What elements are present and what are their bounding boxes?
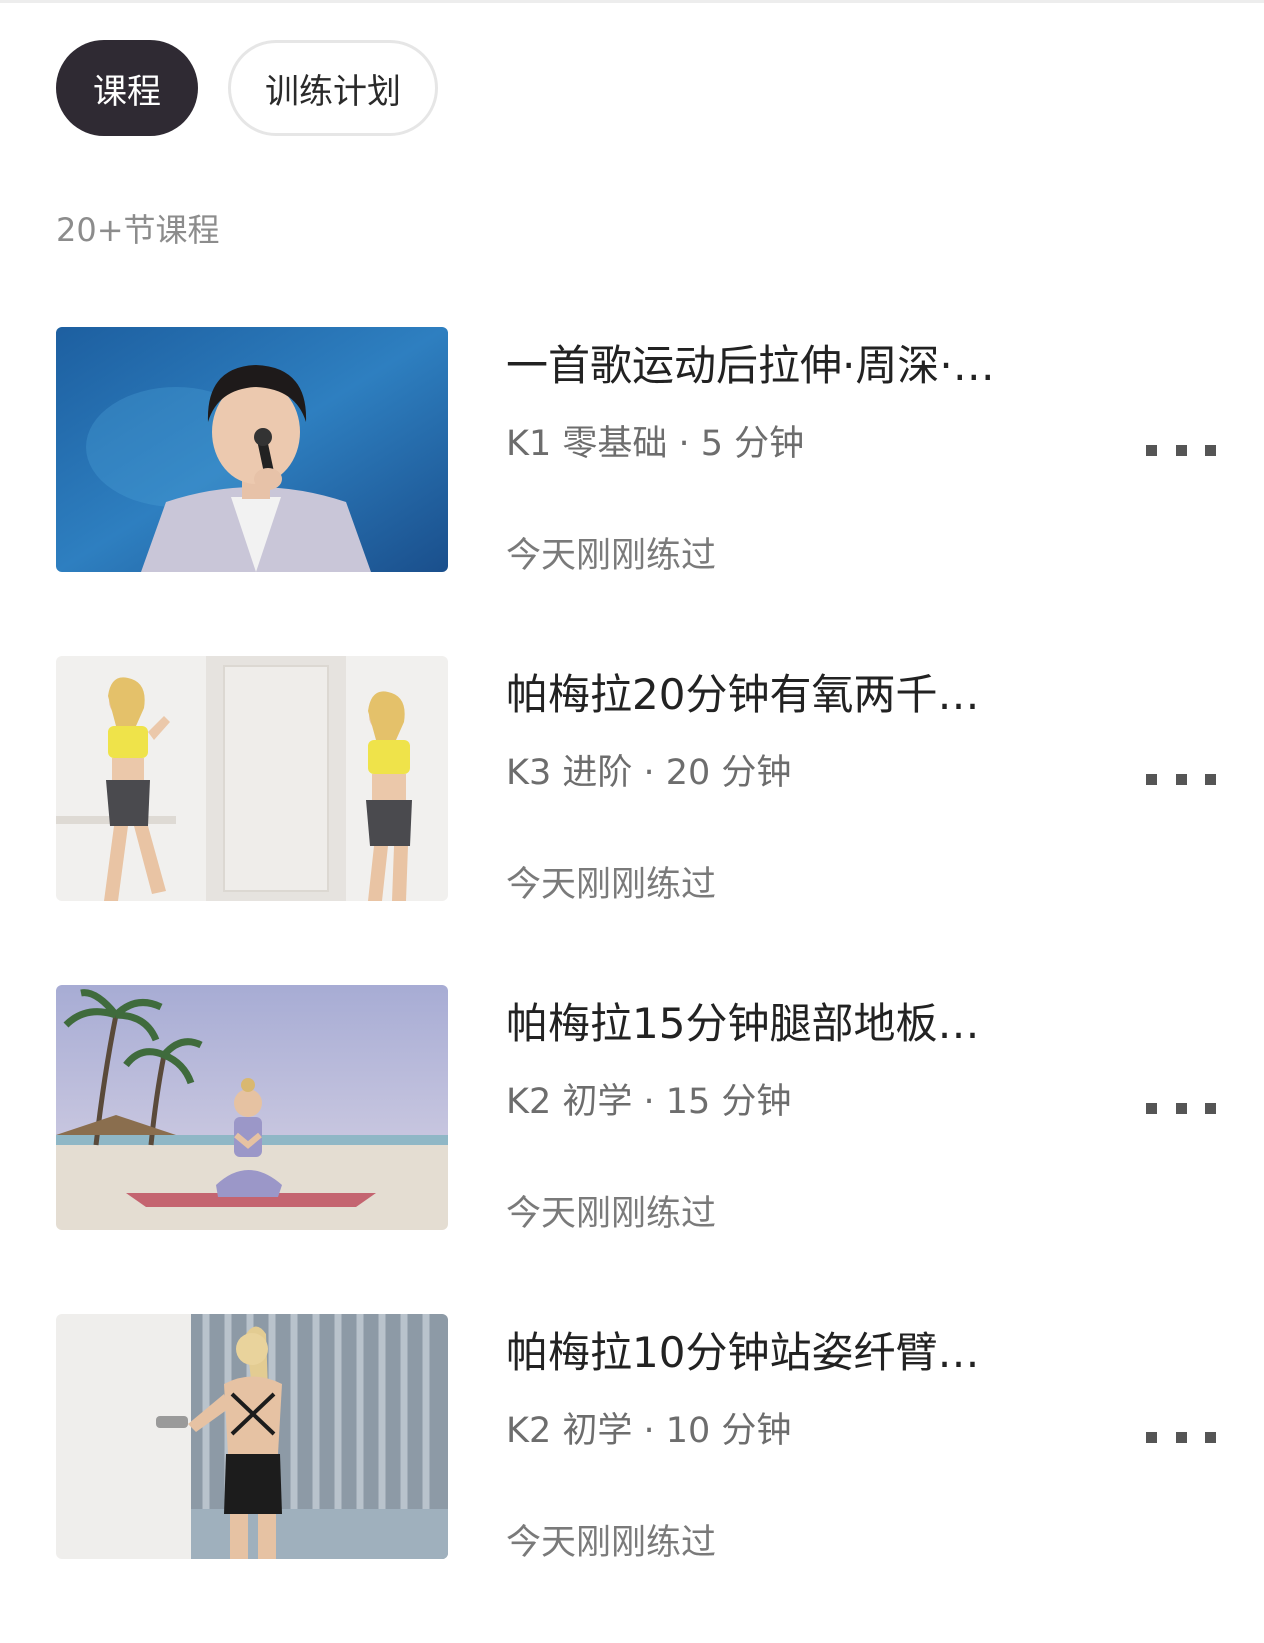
more-dots-icon[interactable] bbox=[1146, 1100, 1216, 1116]
course-title: 帕梅拉15分钟腿部地板… bbox=[506, 999, 980, 1048]
course-list: 一首歌运动后拉伸·周深·… K1 零基础 · 5 分钟 今天刚刚练过 帕梅拉20… bbox=[56, 327, 1216, 1643]
course-meta: K1 零基础 · 5 分钟 bbox=[506, 424, 805, 464]
more-dots-icon[interactable] bbox=[1146, 1429, 1216, 1445]
course-title: 帕梅拉20分钟有氧两千… bbox=[506, 670, 980, 719]
more-dots-icon[interactable] bbox=[1146, 771, 1216, 787]
course-thumbnail[interactable] bbox=[56, 985, 448, 1230]
tab-training-plan[interactable]: 训练计划 bbox=[228, 40, 438, 136]
top-divider bbox=[0, 0, 1264, 3]
course-thumbnail[interactable] bbox=[56, 1314, 448, 1559]
course-status: 今天刚刚练过 bbox=[506, 865, 717, 905]
tab-bar: 课程 训练计划 bbox=[56, 40, 438, 136]
course-title: 帕梅拉10分钟站姿纤臂… bbox=[506, 1328, 980, 1377]
more-dots-icon[interactable] bbox=[1146, 442, 1216, 458]
course-item[interactable]: 帕梅拉10分钟站姿纤臂… K2 初学 · 10 分钟 今天刚刚练过 bbox=[56, 1314, 1216, 1563]
course-meta: K2 初学 · 10 分钟 bbox=[506, 1411, 792, 1451]
course-count: 20+节课程 bbox=[56, 211, 220, 249]
course-thumbnail[interactable] bbox=[56, 656, 448, 901]
course-meta: K2 初学 · 15 分钟 bbox=[506, 1082, 792, 1122]
course-title: 一首歌运动后拉伸·周深·… bbox=[506, 341, 995, 390]
course-thumbnail[interactable] bbox=[56, 327, 448, 572]
tab-courses[interactable]: 课程 bbox=[56, 40, 198, 136]
course-status: 今天刚刚练过 bbox=[506, 1194, 717, 1234]
course-item[interactable]: 帕梅拉15分钟腿部地板… K2 初学 · 15 分钟 今天刚刚练过 bbox=[56, 985, 1216, 1234]
course-item[interactable]: 一首歌运动后拉伸·周深·… K1 零基础 · 5 分钟 今天刚刚练过 bbox=[56, 327, 1216, 576]
course-item[interactable]: 帕梅拉20分钟有氧两千… K3 进阶 · 20 分钟 今天刚刚练过 bbox=[56, 656, 1216, 905]
course-meta: K3 进阶 · 20 分钟 bbox=[506, 753, 792, 793]
course-status: 今天刚刚练过 bbox=[506, 1523, 717, 1563]
course-status: 今天刚刚练过 bbox=[506, 536, 717, 576]
